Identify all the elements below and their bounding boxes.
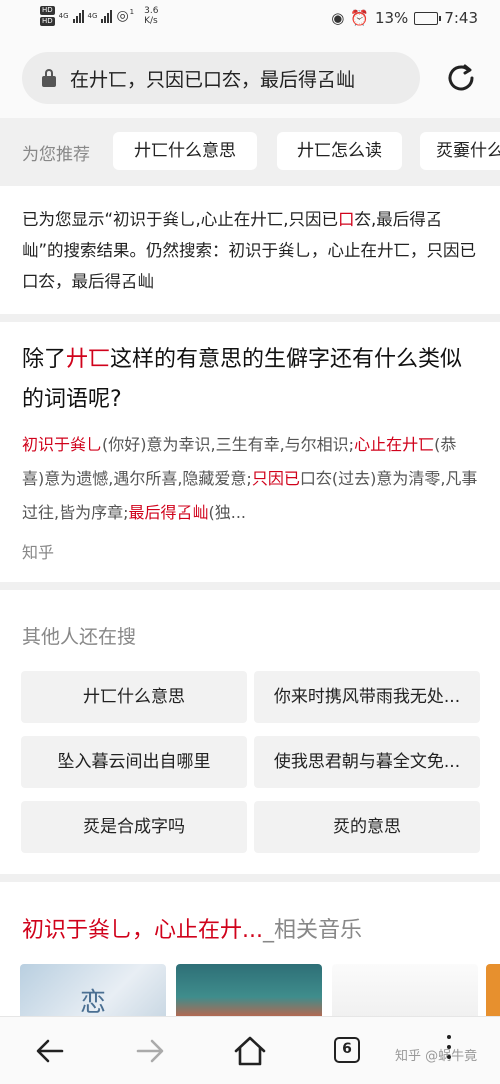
related-searches: 其他人还在搜 廾匸什么意思 你来时携风带雨我无处... 坠入暮云间出自哪里 使我… [0, 590, 500, 874]
network-label-2: 4G [87, 12, 98, 20]
address-bar-row: 在廾匸，只因已口厺，最后得叾屾 [0, 40, 500, 118]
battery-icon [414, 11, 442, 25]
tabs-button[interactable]: 6 [334, 1037, 360, 1063]
hd-badges: HD HD [40, 6, 55, 26]
wifi-icon: ◎ [116, 8, 129, 24]
snippet-hl-1: 初识于烡乚 [22, 435, 103, 454]
search-query: 在廾匸，只因已口厺，最后得叾屾 [70, 68, 356, 91]
snippet-text-1: (你好)意为幸识,三生有幸,与尔相识; [102, 435, 355, 454]
snippet-hl-4: 最后得叾屾 [128, 503, 209, 522]
signal-icon-2 [101, 9, 113, 23]
recommend-label: 为您推荐 [22, 145, 90, 165]
forward-arrow-icon[interactable] [132, 1033, 168, 1069]
related-search-2[interactable]: 你来时携风带雨我无处... [254, 671, 480, 723]
related-search-4[interactable]: 使我思君朝与暮全文免... [254, 736, 480, 788]
refresh-icon[interactable] [443, 60, 479, 96]
status-bar: HD HD 4G 4G ◎ 1 3.6 K/s ◉ ⏰ 13% 7:43 [0, 0, 500, 40]
related-search-1[interactable]: 廾匸什么意思 [21, 671, 247, 723]
recommend-strip: 为您推荐 廾匸什么意思 廾匸怎么读 烎嫑什么 [0, 118, 500, 184]
music-title-highlight: 初识于烡乚，心止在廾... [22, 918, 263, 943]
related-search-6[interactable]: 烎的意思 [254, 801, 480, 853]
clock: 7:43 [444, 9, 478, 27]
speed-value: 3.6 [144, 6, 159, 16]
title-highlight: 廾匸 [66, 347, 111, 372]
search-correction-notice: 已为您显示“初识于烡乚,心止在廾匸,只因已口厺,最后得叾屾”的搜索结果。仍然搜索… [0, 186, 500, 314]
search-input[interactable]: 在廾匸，只因已口厺，最后得叾屾 [22, 52, 420, 104]
related-music-section: 初识于烡乚，心止在廾..._相关音乐 恋 [0, 882, 500, 1024]
music-thumb-3[interactable] [332, 964, 478, 1024]
home-icon[interactable] [232, 1033, 268, 1069]
hd-badge-1: HD [40, 6, 55, 15]
wifi-badge: 1 [129, 8, 135, 16]
thumb-text: 恋 [80, 988, 107, 1018]
network-speed: 3.6 K/s [144, 6, 158, 26]
music-thumb-4[interactable] [486, 964, 500, 1024]
battery-percent: 13% [374, 9, 409, 27]
bottom-nav: 6 知乎 @蜗牛竟 [0, 1016, 500, 1084]
more-menu-icon[interactable] [447, 1035, 453, 1065]
notice-highlight: 口 [338, 210, 355, 229]
status-right: ◉ ⏰ 13% 7:43 [331, 9, 478, 27]
status-left: HD HD 4G 4G ◎ 1 3.6 K/s [40, 6, 158, 26]
notice-text: 已为您显示“初识于烡乚,心止在廾匸,只因已口厺,最后得叾屾”的搜索结果。仍然搜索… [22, 204, 482, 297]
music-thumb-1[interactable]: 恋 [20, 964, 166, 1024]
music-title[interactable]: 初识于烡乚，心止在廾..._相关音乐 [22, 912, 362, 944]
result-title[interactable]: 除了廾匸这样的有意思的生僻字还有什么类似的词语呢? [22, 340, 482, 420]
network-label-1: 4G [58, 12, 69, 20]
related-search-5[interactable]: 烎是合成字吗 [21, 801, 247, 853]
watermark-text: 知乎 @蜗牛竟 [395, 1049, 478, 1064]
speed-unit: K/s [144, 16, 158, 26]
snippet-hl-3: 只因已 [251, 469, 300, 488]
result-snippet: 初识于烡乚(你好)意为幸识,三生有幸,与尔相识;心止在廾匸(恭喜)意为遗憾,遇尔… [22, 428, 478, 530]
related-searches-title: 其他人还在搜 [22, 626, 137, 648]
music-thumb-2[interactable] [176, 964, 322, 1024]
lock-icon [42, 69, 56, 87]
alarm-icon: ⏰ [350, 9, 369, 27]
result-source: 知乎 [22, 543, 55, 562]
music-title-suffix: _相关音乐 [262, 918, 362, 943]
recommend-chip-3[interactable]: 烎嫑什么 [420, 132, 500, 170]
related-search-3[interactable]: 坠入暮云间出自哪里 [21, 736, 247, 788]
snippet-hl-2: 心止在廾匸 [354, 435, 435, 454]
search-result-card[interactable]: 除了廾匸这样的有意思的生僻字还有什么类似的词语呢? 初识于烡乚(你好)意为幸识,… [0, 322, 500, 582]
back-arrow-icon[interactable] [32, 1033, 68, 1069]
recommend-chip-1[interactable]: 廾匸什么意思 [113, 132, 257, 170]
title-pre: 除了 [22, 347, 67, 372]
notice-part-1: 已为您显示“初识于烡乚,心止在廾匸,只因已 [22, 210, 339, 229]
signal-icon-1 [72, 9, 84, 23]
recommend-chip-2[interactable]: 廾匸怎么读 [277, 132, 402, 170]
hd-badge-2: HD [40, 17, 55, 26]
eye-comfort-icon: ◉ [331, 9, 345, 27]
snippet-text-4: (独... [208, 503, 247, 522]
